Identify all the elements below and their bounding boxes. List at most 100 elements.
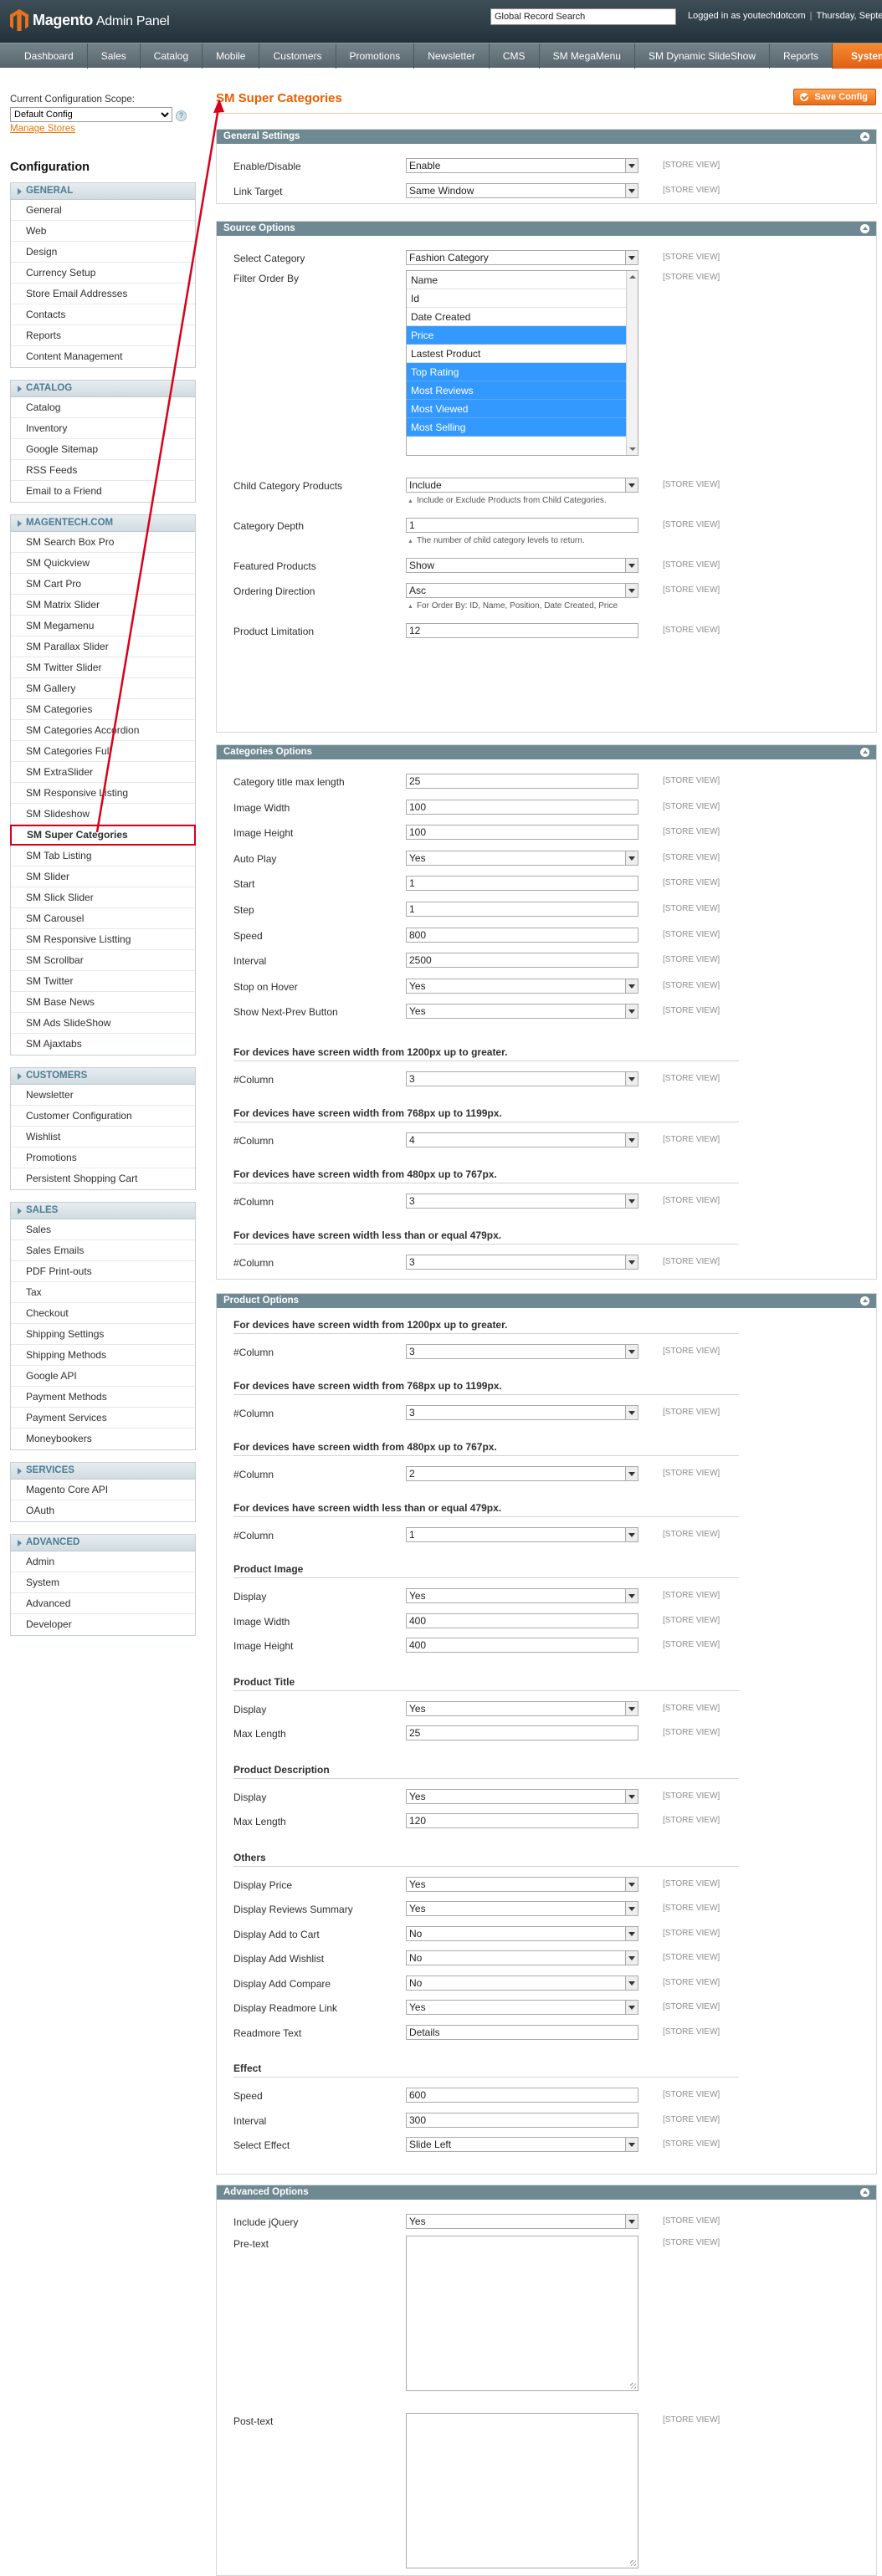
sidebar-item-sm-twitter-slider[interactable]: SM Twitter Slider [11, 657, 195, 678]
collapse-icon[interactable] [860, 132, 869, 141]
sidebar-item-sm-tab-listing[interactable]: SM Tab Listing [11, 846, 195, 866]
sidebar-item-sm-slideshow[interactable]: SM Slideshow [11, 804, 195, 825]
select-show-next-prev-button[interactable]: Yes [406, 1004, 638, 1020]
sidebar-item-sm-slick-slider[interactable]: SM Slick Slider [11, 887, 195, 908]
collapse-icon[interactable] [860, 1296, 869, 1306]
sidebar-item-email-to-a-friend[interactable]: Email to a Friend [11, 481, 195, 502]
sidebar-item-shipping-settings[interactable]: Shipping Settings [11, 1324, 195, 1345]
sidebar-item-newsletter[interactable]: Newsletter [11, 1085, 195, 1106]
select-effect-select-effect[interactable]: Slide Left [406, 2137, 638, 2152]
select-featured[interactable]: Show [406, 558, 638, 573]
sidebar-item-pdf-print-outs[interactable]: PDF Print-outs [11, 1261, 195, 1282]
option-top-rating[interactable]: Top Rating [407, 363, 626, 381]
collapse-icon[interactable] [860, 748, 869, 757]
select-prod-column-3[interactable]: 1 [406, 1527, 638, 1542]
option-name[interactable]: Name [407, 271, 626, 289]
select-others-display-readmore-link[interactable]: Yes [406, 2000, 638, 2015]
sidebar-item-rss-feeds[interactable]: RSS Feeds [11, 460, 195, 481]
sidebar-item-content-management[interactable]: Content Management [11, 346, 195, 367]
sidebar-item-developer[interactable]: Developer [11, 1614, 195, 1635]
input-category-title-max-length[interactable]: 25 [406, 774, 638, 789]
select-others-display-add-compare[interactable]: No [406, 1975, 638, 1991]
option-most-reviews[interactable]: Most Reviews [407, 381, 626, 400]
select-others-display-price[interactable]: Yes [406, 1876, 638, 1892]
nav-dashboard[interactable]: Dashboard [11, 43, 88, 69]
sidebar-item-sm-scrollbar[interactable]: SM Scrollbar [11, 950, 195, 971]
select-auto-play[interactable]: Yes [406, 850, 638, 866]
input-desc-max-length[interactable]: 120 [406, 1813, 638, 1828]
sidebar-item-general[interactable]: General [11, 200, 195, 221]
input-image-width[interactable]: 100 [406, 799, 638, 815]
sidebar-item-moneybookers[interactable]: Moneybookers [11, 1429, 195, 1449]
nav-sm-megamenu[interactable]: SM MegaMenu [540, 43, 635, 69]
sidebar-item-wishlist[interactable]: Wishlist [11, 1127, 195, 1147]
input-effect-speed[interactable]: 600 [406, 2088, 638, 2103]
nav-catalog[interactable]: Catalog [141, 43, 203, 69]
input-start[interactable]: 1 [406, 876, 638, 892]
sidebar-item-reports[interactable]: Reports [11, 325, 195, 346]
sidebar-item-sm-carousel[interactable]: SM Carousel [11, 908, 195, 929]
categories-options-section-header[interactable]: Categories Options [217, 745, 876, 759]
select-prod-column-0[interactable]: 3 [406, 1344, 638, 1359]
sidebar-item-system[interactable]: System [11, 1572, 195, 1593]
option-lastest-product[interactable]: Lastest Product [407, 345, 626, 363]
sidebar-item-sm-parallax-slider[interactable]: SM Parallax Slider [11, 636, 195, 657]
scrollbar[interactable] [626, 271, 638, 455]
sidebar-item-sm-twitter[interactable]: SM Twitter [11, 971, 195, 992]
select-others-display-add-wishlist[interactable]: No [406, 1950, 638, 1965]
sidebar-item-store-email-addresses[interactable]: Store Email Addresses [11, 284, 195, 304]
select-cat-column-3[interactable]: 3 [406, 1255, 638, 1270]
select-stop-on-hover[interactable]: Yes [406, 978, 638, 994]
sidebar-group-header[interactable]: GENERAL [11, 183, 195, 200]
input-image-image-width[interactable]: 400 [406, 1613, 638, 1628]
sidebar-item-sm-quickview[interactable]: SM Quickview [11, 553, 195, 574]
option-most-selling[interactable]: Most Selling [407, 418, 626, 437]
input-limit[interactable]: 12 [406, 623, 638, 638]
filter-order-multiselect[interactable]: Name Id Date Created Price Lastest Product To… [406, 270, 638, 456]
input-step[interactable]: 1 [406, 902, 638, 917]
sidebar-item-customer-configuration[interactable]: Customer Configuration [11, 1106, 195, 1127]
sidebar-item-catalog[interactable]: Catalog [11, 397, 195, 418]
option-most-viewed[interactable]: Most Viewed [407, 400, 626, 418]
sidebar-group-header[interactable]: CUSTOMERS [11, 1068, 195, 1085]
select-prod-column-1[interactable]: 3 [406, 1405, 638, 1420]
option-date-created[interactable]: Date Created [407, 308, 626, 326]
input-interval[interactable]: 2500 [406, 953, 638, 969]
manage-stores-link[interactable]: Manage Stores [10, 124, 196, 134]
select-ptitle-display[interactable]: Yes [406, 1700, 638, 1716]
select-desc-display[interactable]: Yes [406, 1788, 638, 1804]
save-config-button[interactable]: Save Config [793, 89, 876, 105]
sidebar-item-sm-ads-slideshow[interactable]: SM Ads SlideShow [11, 1013, 195, 1034]
global-search-input[interactable]: Global Record Search [490, 8, 676, 25]
input-image-height[interactable]: 100 [406, 825, 638, 841]
collapse-icon[interactable] [860, 224, 869, 233]
sidebar-item-sm-responsive-listting[interactable]: SM Responsive Listting [11, 929, 195, 950]
select-cat-column-0[interactable]: 3 [406, 1071, 638, 1086]
sidebar-item-currency-setup[interactable]: Currency Setup [11, 263, 195, 284]
select-others-display-add-to-cart[interactable]: No [406, 1925, 638, 1941]
nav-customers[interactable]: Customers [259, 43, 336, 69]
select-cat-column-1[interactable]: 4 [406, 1132, 638, 1147]
sidebar-item-sm-base-news[interactable]: SM Base News [11, 992, 195, 1013]
sidebar-item-sm-extraslider[interactable]: SM ExtraSlider [11, 762, 195, 783]
select-select-category[interactable]: Fashion Category [406, 250, 638, 265]
option-price[interactable]: Price [407, 326, 626, 345]
source-options-section-header[interactable]: Source Options [217, 222, 876, 236]
sidebar-group-header[interactable]: MAGENTECH.COM [11, 515, 195, 532]
sidebar-item-sm-categories-full[interactable]: SM Categories Full [11, 741, 195, 762]
input-effect-interval[interactable]: 300 [406, 2112, 638, 2128]
select-cat-column-2[interactable]: 3 [406, 1193, 638, 1209]
sidebar-item-sm-megamenu[interactable]: SM Megamenu [11, 616, 195, 636]
input-others-readmore-text[interactable]: Details [406, 2024, 638, 2040]
input-depth[interactable]: 1 [406, 518, 638, 533]
sidebar-item-oauth[interactable]: OAuth [11, 1500, 195, 1521]
select-child-products[interactable]: Include [406, 478, 638, 493]
sidebar-group-header[interactable]: ADVANCED [11, 1535, 195, 1551]
general-settings-section-header[interactable]: General Settings [217, 130, 876, 144]
sidebar-item-sm-categories-accordion[interactable]: SM Categories Accordion [11, 720, 195, 741]
help-icon[interactable]: ? [176, 110, 187, 121]
nav-sm-dynamic-slideshow[interactable]: SM Dynamic SlideShow [635, 43, 770, 69]
sidebar-item-admin[interactable]: Admin [11, 1551, 195, 1572]
select-enable[interactable]: Enable [406, 158, 638, 173]
select-ordering[interactable]: Asc [406, 583, 638, 598]
